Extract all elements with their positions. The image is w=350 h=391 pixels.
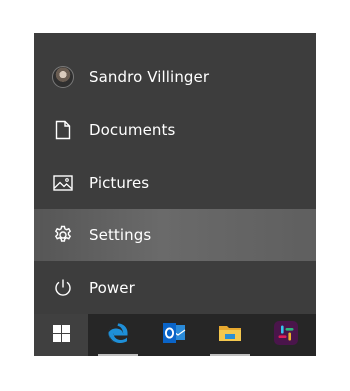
start-menu: Sandro Villinger Documents Pictures Sett… bbox=[34, 33, 316, 314]
user-avatar bbox=[52, 66, 74, 88]
menu-item-pictures[interactable]: Pictures bbox=[34, 157, 316, 209]
explorer-open-indicator bbox=[210, 354, 250, 356]
power-label: Power bbox=[89, 279, 135, 297]
start-button[interactable] bbox=[34, 314, 88, 356]
documents-label: Documents bbox=[89, 121, 176, 139]
slack-icon bbox=[274, 321, 298, 349]
taskbar-slack[interactable] bbox=[258, 314, 314, 356]
pictures-label: Pictures bbox=[89, 174, 150, 192]
menu-item-user[interactable]: Sandro Villinger bbox=[34, 51, 316, 103]
settings-label: Settings bbox=[89, 226, 152, 244]
taskbar bbox=[34, 314, 316, 356]
gear-icon bbox=[52, 224, 74, 246]
taskbar-file-explorer[interactable] bbox=[202, 314, 258, 356]
menu-item-documents[interactable]: Documents bbox=[34, 104, 316, 156]
power-icon bbox=[52, 277, 74, 299]
taskbar-outlook[interactable] bbox=[146, 314, 202, 356]
menu-item-settings[interactable]: Settings bbox=[34, 209, 316, 261]
user-name-label: Sandro Villinger bbox=[89, 68, 210, 86]
outlook-icon bbox=[162, 322, 186, 348]
edge-icon bbox=[106, 321, 130, 349]
document-icon bbox=[52, 119, 74, 141]
avatar bbox=[52, 66, 74, 88]
menu-item-power[interactable]: Power bbox=[34, 262, 316, 314]
picture-icon bbox=[52, 172, 74, 194]
windows-logo-icon bbox=[52, 324, 70, 346]
edge-open-indicator bbox=[98, 354, 138, 356]
folder-icon bbox=[218, 323, 242, 347]
taskbar-edge[interactable] bbox=[90, 314, 146, 356]
